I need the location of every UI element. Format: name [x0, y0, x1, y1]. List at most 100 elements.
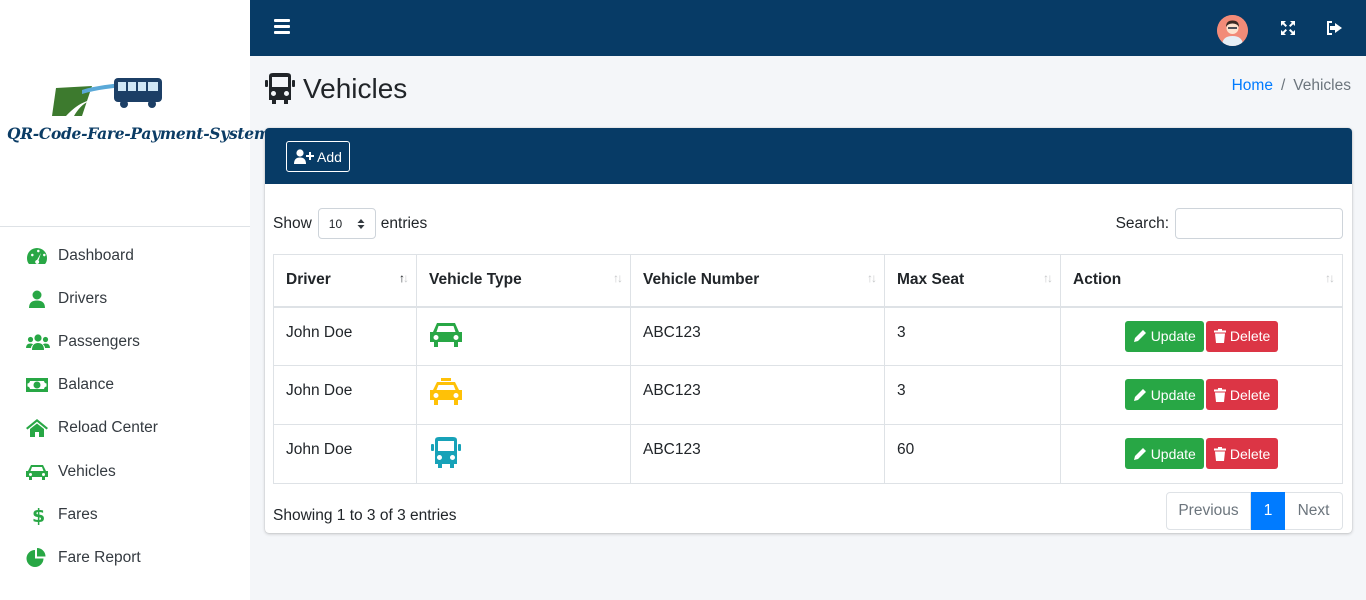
update-label: Update [1150, 386, 1196, 403]
pagination-page-button[interactable]: 1 [1251, 492, 1285, 530]
max-seat-cell: 3 [884, 306, 1061, 366]
bus-icon [265, 73, 295, 104]
breadcrumb: Home / Vehicles [1232, 77, 1351, 95]
update-button[interactable]: Update [1124, 379, 1204, 410]
search-input[interactable] [1175, 208, 1343, 239]
dashboard-gauge-icon [26, 246, 50, 266]
avatar[interactable] [1217, 15, 1248, 46]
sidebar-nav: Dashboard Drivers Passengers Balance Rel… [0, 234, 250, 580]
column-label: Vehicle Number [643, 271, 760, 289]
length-prefix: Show [273, 214, 312, 232]
update-button[interactable]: Update [1124, 320, 1204, 352]
pie-chart-icon [26, 547, 50, 568]
page-title: Vehicles [303, 73, 408, 104]
search-label: Search: [1115, 214, 1169, 232]
taxi-icon [430, 378, 462, 405]
card-header: Add [265, 128, 1352, 184]
page-header: Vehicles [265, 73, 407, 105]
breadcrumb-separator: / [1280, 77, 1286, 94]
column-header-action[interactable]: Action ↑↓ [1060, 254, 1343, 308]
pencil-icon [1133, 447, 1146, 460]
sidebar-item-fares[interactable]: $ Fares [0, 493, 250, 536]
sidebar-item-fare-report[interactable]: Fare Report [0, 536, 250, 579]
top-navbar [250, 0, 1366, 56]
update-label: Update [1150, 445, 1196, 462]
action-cell: Update Delete [1060, 306, 1343, 366]
sidebar-item-passengers[interactable]: Passengers [0, 320, 250, 363]
trash-icon [1213, 329, 1226, 343]
trash-icon [1213, 387, 1226, 402]
brand-logo[interactable]: QR-Code-Fare-Payment-System [0, 70, 270, 160]
entries-length-control: Show 10 entries [273, 208, 427, 239]
sidebar-item-label: Reload Center [58, 419, 158, 437]
table-row: John Doe ABC123 3 Update Delete [273, 306, 1343, 366]
driver-cell: John Doe [273, 424, 417, 484]
delete-button[interactable]: Delete [1205, 379, 1279, 410]
user-plus-icon [294, 149, 315, 164]
breadcrumb-current: Vehicles [1293, 77, 1351, 94]
update-button[interactable]: Update [1124, 438, 1204, 469]
delete-label: Delete [1229, 328, 1271, 344]
table-row: John Doe ABC123 60 Update Delete [273, 424, 1343, 484]
vehicle-number-cell: ABC123 [630, 424, 885, 484]
sidebar-item-label: Drivers [58, 289, 108, 307]
sidebar-item-label: Vehicles [58, 462, 116, 480]
max-seat-cell: 3 [884, 365, 1061, 425]
sidebar: QR-Code-Fare-Payment-System Dashboard Dr… [0, 0, 270, 600]
money-bill-icon [26, 375, 50, 395]
bus-icon [431, 437, 461, 468]
sort-icon: ↑↓ [867, 271, 877, 285]
home-icon [26, 418, 50, 438]
vehicle-type-cell [416, 306, 631, 366]
expand-icon[interactable] [1279, 19, 1297, 37]
sidebar-item-drivers[interactable]: Drivers [0, 277, 250, 320]
sidebar-item-reload-center[interactable]: Reload Center [0, 407, 250, 450]
pencil-icon [1133, 388, 1146, 401]
length-suffix: entries [380, 214, 428, 232]
driver-cell: John Doe [273, 306, 417, 366]
column-header-max-seat[interactable]: Max Seat ↑↓ [884, 254, 1061, 308]
vehicle-type-cell [416, 365, 631, 425]
column-label: Vehicle Type [429, 271, 522, 289]
breadcrumb-home-link[interactable]: Home [1232, 77, 1273, 95]
column-label: Max Seat [897, 271, 965, 289]
pagination-next-button[interactable]: Next [1285, 492, 1343, 530]
add-vehicle-button[interactable]: Add [286, 141, 350, 172]
column-header-vehicle-type[interactable]: Vehicle Type ↑↓ [416, 254, 631, 308]
sidebar-item-vehicles[interactable]: Vehicles [0, 450, 250, 493]
table-info: Showing 1 to 3 of 3 entries [273, 507, 457, 524]
pencil-icon [1133, 330, 1146, 342]
delete-button[interactable]: Delete [1205, 320, 1279, 352]
vehicle-number-cell: ABC123 [630, 306, 885, 366]
svg-text:$: $ [32, 505, 45, 525]
user-icon [26, 289, 50, 309]
entries-select[interactable]: 10 [317, 208, 376, 239]
pagination-previous-button[interactable]: Previous [1166, 492, 1251, 530]
trash-icon [1213, 446, 1226, 461]
sort-asc-icon: ↑↓ [399, 271, 409, 285]
sidebar-item-label: Dashboard [58, 246, 134, 264]
column-header-vehicle-number[interactable]: Vehicle Number ↑↓ [630, 254, 885, 308]
table-row: John Doe ABC123 3 Update Delete [273, 365, 1343, 425]
sidebar-item-dashboard[interactable]: Dashboard [0, 234, 250, 277]
search-control: Search: [1116, 208, 1343, 239]
dollar-icon: $ [26, 505, 50, 525]
sign-out-icon[interactable] [1325, 19, 1343, 37]
delete-label: Delete [1229, 386, 1271, 403]
delete-label: Delete [1229, 445, 1271, 462]
hamburger-icon[interactable] [274, 19, 290, 35]
car-icon [430, 322, 462, 347]
driver-cell: John Doe [273, 365, 417, 425]
sidebar-item-label: Balance [58, 376, 115, 394]
sort-icon: ↑↓ [613, 271, 623, 285]
sidebar-item-balance[interactable]: Balance [0, 364, 250, 407]
sidebar-item-label: Fares [58, 505, 98, 523]
delete-button[interactable]: Delete [1205, 438, 1279, 469]
column-header-driver[interactable]: Driver ↑↓ [273, 254, 417, 308]
update-label: Update [1150, 328, 1196, 344]
brand-text: QR-Code-Fare-Payment-System [7, 124, 270, 143]
user-avatar-icon [1217, 15, 1248, 46]
max-seat-cell: 60 [884, 424, 1061, 484]
column-label: Driver [286, 271, 331, 289]
sidebar-item-label: Fare Report [58, 548, 141, 566]
